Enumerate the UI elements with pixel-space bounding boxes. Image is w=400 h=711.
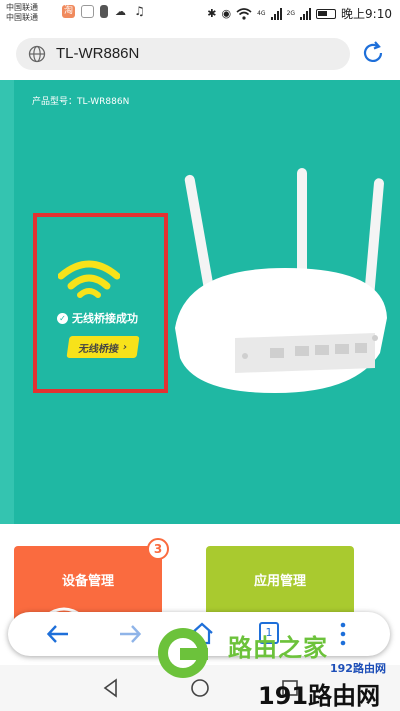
eye-care-icon: ◉ bbox=[221, 7, 232, 20]
reload-icon[interactable] bbox=[360, 40, 386, 66]
address-bar[interactable]: TL-WR886N bbox=[16, 38, 350, 70]
qq-app-icon bbox=[81, 5, 94, 18]
wechat-icon: ☁ bbox=[114, 5, 127, 18]
browser-address-area: TL-WR886N bbox=[0, 26, 400, 80]
network-1-type: 4G bbox=[257, 10, 266, 17]
watermark-text-1: 路由之家 bbox=[228, 634, 328, 662]
device-management-title: 设备管理 bbox=[61, 574, 114, 589]
wifi-status-icon bbox=[236, 7, 252, 20]
music-icon: ♫ bbox=[133, 4, 146, 18]
more-vertical-icon[interactable] bbox=[338, 621, 348, 647]
carrier-info: 中国联通 中国联通 bbox=[6, 3, 38, 23]
globe-icon bbox=[28, 45, 46, 63]
carrier-2: 中国联通 bbox=[6, 13, 38, 22]
router-status-hero: 产品型号：TL-WR886N ✓ 无线桥接成功 无线桥接 › bbox=[0, 80, 400, 524]
watermark-text-2: 192路由网 bbox=[330, 662, 386, 675]
check-circle-icon: ✓ bbox=[57, 312, 68, 324]
status-bar: 中国联通 中国联通 淘 ☁ ♫ ✱ ◉ 4G 2G 晚上9:10 bbox=[0, 0, 400, 26]
taobao-app-icon: 淘 bbox=[62, 5, 75, 18]
watermark-text-3: 191路由网 bbox=[258, 682, 381, 710]
device-count-badge: 3 bbox=[147, 538, 169, 560]
battery-icon bbox=[316, 8, 337, 19]
clock: 晚上9:10 bbox=[341, 7, 392, 21]
nav-home-icon[interactable] bbox=[190, 678, 210, 698]
network-2-type: 2G bbox=[286, 10, 296, 17]
bluetooth-icon: ✱ bbox=[207, 7, 217, 20]
app-management-title: 应用管理 bbox=[253, 574, 306, 589]
hero-edge-strip bbox=[0, 80, 14, 524]
chevron-right-icon: › bbox=[122, 341, 128, 353]
status-indicators: ✱ ◉ 4G 2G 晚上9:10 bbox=[207, 5, 392, 22]
signal-2-icon bbox=[300, 7, 312, 20]
sim-card-icon bbox=[100, 5, 108, 18]
nav-back-icon[interactable] bbox=[101, 678, 121, 698]
notification-icons: 淘 ☁ ♫ bbox=[62, 5, 146, 18]
bridge-success-status: ✓ 无线桥接成功 bbox=[57, 310, 138, 326]
product-model: 产品型号：TL-WR886N bbox=[32, 97, 130, 107]
wireless-bridge-button[interactable]: 无线桥接 › bbox=[66, 336, 140, 358]
router-image bbox=[175, 168, 387, 393]
forward-arrow-icon[interactable] bbox=[118, 622, 142, 646]
carrier-1: 中国联通 bbox=[6, 3, 38, 12]
watermark-logo-cut bbox=[180, 648, 208, 660]
wifi-icon bbox=[58, 260, 120, 298]
watermark-logo bbox=[158, 628, 208, 678]
back-arrow-icon[interactable] bbox=[46, 622, 70, 646]
url-text: TL-WR886N bbox=[56, 45, 140, 62]
wireless-bridge-label: 无线桥接 bbox=[77, 343, 120, 355]
bridge-success-text: 无线桥接成功 bbox=[72, 312, 138, 325]
signal-1-icon bbox=[270, 7, 282, 20]
